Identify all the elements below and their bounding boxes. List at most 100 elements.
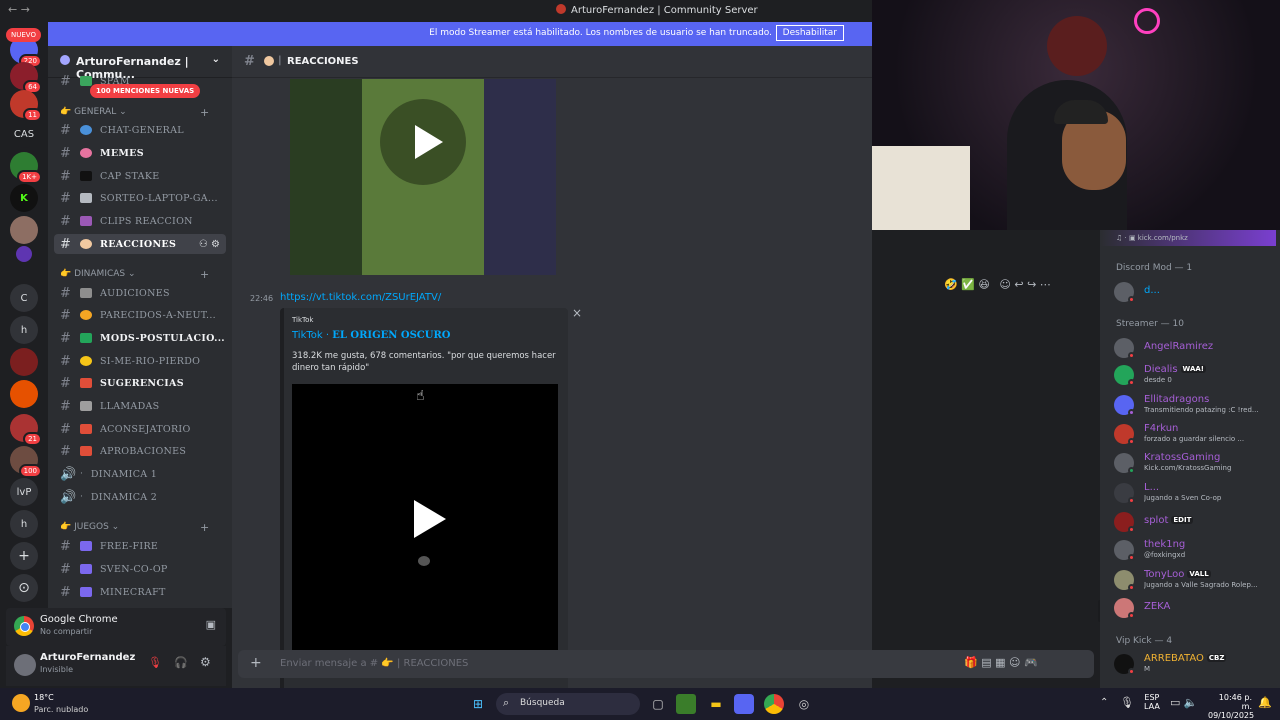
channel-sorteo-laptop[interactable]: # SORTEO-LAPTOP-GA... <box>54 188 226 208</box>
category-dinamicas[interactable]: 👉 DINAMICAS ⌄ + <box>60 268 209 281</box>
server-icon[interactable]: 1K+ <box>10 152 42 184</box>
server-icon[interactable]: h <box>10 316 38 344</box>
video-embed[interactable] <box>290 79 556 275</box>
screen-share-icon[interactable]: ▣ <box>206 618 216 631</box>
add-channel-icon[interactable]: + <box>200 268 209 281</box>
channel-cap-stake[interactable]: # CAP STAKE <box>54 166 226 186</box>
category-general[interactable]: 👉 GENERAL ⌄ + <box>60 106 209 119</box>
add-server-icon[interactable]: + <box>10 542 38 570</box>
channel-si-me-rio[interactable]: # SI-ME-RIO-PIERDO <box>54 351 226 371</box>
avatar[interactable] <box>14 654 36 676</box>
server-icon[interactable]: 11 <box>10 90 42 122</box>
member-item[interactable]: d... <box>1114 280 1280 304</box>
channel-sven-co-op[interactable]: # SVEN-CO-OP <box>54 559 226 579</box>
member-item[interactable]: ARREBATAO CBZ M <box>1114 652 1280 676</box>
channel-free-fire[interactable]: # FREE-FIRE <box>54 536 226 556</box>
minecraft-icon[interactable] <box>676 694 696 714</box>
member-item[interactable]: Diealis WAA! desde 0 <box>1114 363 1280 387</box>
unread-badge: 1K+ <box>17 170 42 184</box>
windows-start-icon[interactable]: ⊞ <box>468 694 488 714</box>
forward-icon[interactable]: ↪ <box>1027 278 1036 291</box>
server-icon[interactable] <box>10 348 38 376</box>
more-icon[interactable]: ⋯ <box>1040 278 1051 291</box>
chevron-up-icon[interactable]: ⌃ <box>1100 697 1108 708</box>
server-icon[interactable] <box>16 246 32 262</box>
add-channel-icon[interactable]: + <box>200 106 209 119</box>
server-icon[interactable]: CAS <box>10 120 38 148</box>
gamepad-icon[interactable]: 🎮 <box>1024 656 1038 669</box>
clock[interactable]: 10:46 p. m. 09/10/2025 <box>1208 693 1254 720</box>
server-icon[interactable]: 100 <box>10 446 42 478</box>
member-item[interactable]: TonyLoo VALL Jugando a Valle Sagrado Rolep… <box>1114 568 1280 592</box>
server-icon[interactable]: h <box>10 510 38 538</box>
file-explorer-icon[interactable]: ▬ <box>706 694 726 714</box>
discover-icon[interactable]: ⊙ <box>10 574 38 602</box>
microphone-tray-icon[interactable]: 🎙 <box>1120 696 1134 709</box>
play-icon[interactable] <box>414 500 446 538</box>
gif-icon[interactable]: ▤ <box>981 656 991 669</box>
gear-icon[interactable]: ⚙ <box>200 655 211 669</box>
server-icon[interactable] <box>10 380 38 408</box>
member-item[interactable]: L... Jugando a Sven Co-op <box>1114 481 1280 505</box>
member-item[interactable]: AngelRamirez <box>1114 336 1280 360</box>
language-indicator[interactable]: ESP LAA <box>1144 693 1160 711</box>
channel-memes[interactable]: # MEMES <box>54 143 226 163</box>
reply-icon[interactable]: ↩ <box>1014 278 1023 291</box>
invite-and-settings-icon[interactable]: ⚇ ⚙ <box>199 239 220 250</box>
sticker-icon[interactable]: ▦ <box>995 656 1005 669</box>
server-icon[interactable]: lvP <box>10 478 38 506</box>
tiktok-video[interactable] <box>292 384 558 652</box>
member-item[interactable]: F4rkun forzado a guardar silencio ... <box>1114 422 1280 446</box>
category-juegos[interactable]: 👉 JUEGOS ⌄ + <box>60 521 209 534</box>
check-reaction-icon[interactable]: ✅ <box>961 278 975 291</box>
rofl-reaction-icon[interactable]: 🤣 <box>944 278 958 291</box>
voice-channel-dinamica-2[interactable]: 🔊 · DINAMICA 2 <box>54 487 226 507</box>
channel-minecraft[interactable]: # MINECRAFT <box>54 582 226 602</box>
mute-icon[interactable]: 🎙 <box>148 656 162 669</box>
channel-mods-postulacion[interactable]: # MODS-POSTULACIO... <box>54 328 226 348</box>
member-item[interactable]: ZEKA <box>1114 596 1280 620</box>
message-composer[interactable]: + Enviar mensaje a # 👉 | REACCIONES 🎁 ▤ … <box>238 650 1094 678</box>
taskbar-search[interactable]: ⌕ Búsqueda <box>496 693 640 715</box>
server-icon[interactable]: K <box>10 184 38 212</box>
message-link[interactable]: https://vt.tiktok.com/ZSUrEJATV/ <box>280 292 441 303</box>
task-view-icon[interactable]: ▢ <box>648 694 668 714</box>
member-item[interactable]: thek1ng @foxkingxd <box>1114 538 1280 562</box>
member-item[interactable]: splot EDIT <box>1114 510 1280 534</box>
member-item[interactable]: KratossGaming Kick.com/KratossGaming <box>1114 451 1280 475</box>
channel-reacciones[interactable]: # REACCIONES ⚇ ⚙ <box>54 234 226 254</box>
member-item[interactable]: Ellitadragons Transmitiendo patazing :C !… <box>1114 393 1280 417</box>
obs-icon[interactable]: ◎ <box>794 694 814 714</box>
channel-clips-reaccion[interactable]: # CLIPS REACCION <box>54 211 226 231</box>
discord-taskbar-icon[interactable] <box>734 694 754 714</box>
channel-sugerencias[interactable]: # SUGERENCIAS <box>54 373 226 393</box>
embed-title[interactable]: TikTok · EL ORIGEN OSCURO <box>292 330 451 341</box>
add-channel-icon[interactable]: + <box>200 521 209 534</box>
channel-parecidos[interactable]: # PARECIDOS-A-NEUT... <box>54 305 226 325</box>
server-icon[interactable]: 64 <box>10 62 42 94</box>
notification-bell-icon[interactable]: 🔔 <box>1258 696 1272 709</box>
channel-spam[interactable]: # SPAM <box>54 74 226 88</box>
add-reaction-icon[interactable]: ☺ <box>999 278 1010 291</box>
disable-streamer-button[interactable]: Deshabilitar <box>775 25 844 41</box>
headphones-icon[interactable]: 🎧 <box>174 656 188 669</box>
server-icon[interactable]: 21 <box>10 414 42 446</box>
voice-channel-dinamica-1[interactable]: 🔊 · DINAMICA 1 <box>54 464 226 484</box>
channel-audiciones[interactable]: # AUDICIONES <box>54 283 226 303</box>
play-icon[interactable] <box>415 125 443 159</box>
channel-aconsejatorio[interactable]: # ACONSEJATORIO <box>54 419 226 439</box>
server-icon[interactable] <box>10 216 38 244</box>
chrome-taskbar-icon[interactable] <box>764 694 784 714</box>
laughing-reaction-icon[interactable]: 😆 <box>978 278 989 291</box>
gift-icon[interactable]: 🎁 <box>964 656 978 669</box>
back-forward-icon[interactable]: ← → <box>8 3 30 16</box>
server-icon[interactable]: C <box>10 284 38 312</box>
emoji-icon[interactable]: ☺ <box>1009 656 1020 669</box>
add-attachment-icon[interactable]: + <box>250 655 262 671</box>
close-embed-icon[interactable]: × <box>572 306 582 320</box>
channel-chat-general[interactable]: # CHAT-GENERAL <box>54 120 226 140</box>
weather-icon[interactable] <box>12 694 30 712</box>
channel-aprobaciones[interactable]: # APROBACIONES <box>54 441 226 461</box>
tray-icons[interactable]: ▭ 🔈 <box>1170 696 1198 709</box>
channel-llamadas[interactable]: # LLAMADAS <box>54 396 226 416</box>
